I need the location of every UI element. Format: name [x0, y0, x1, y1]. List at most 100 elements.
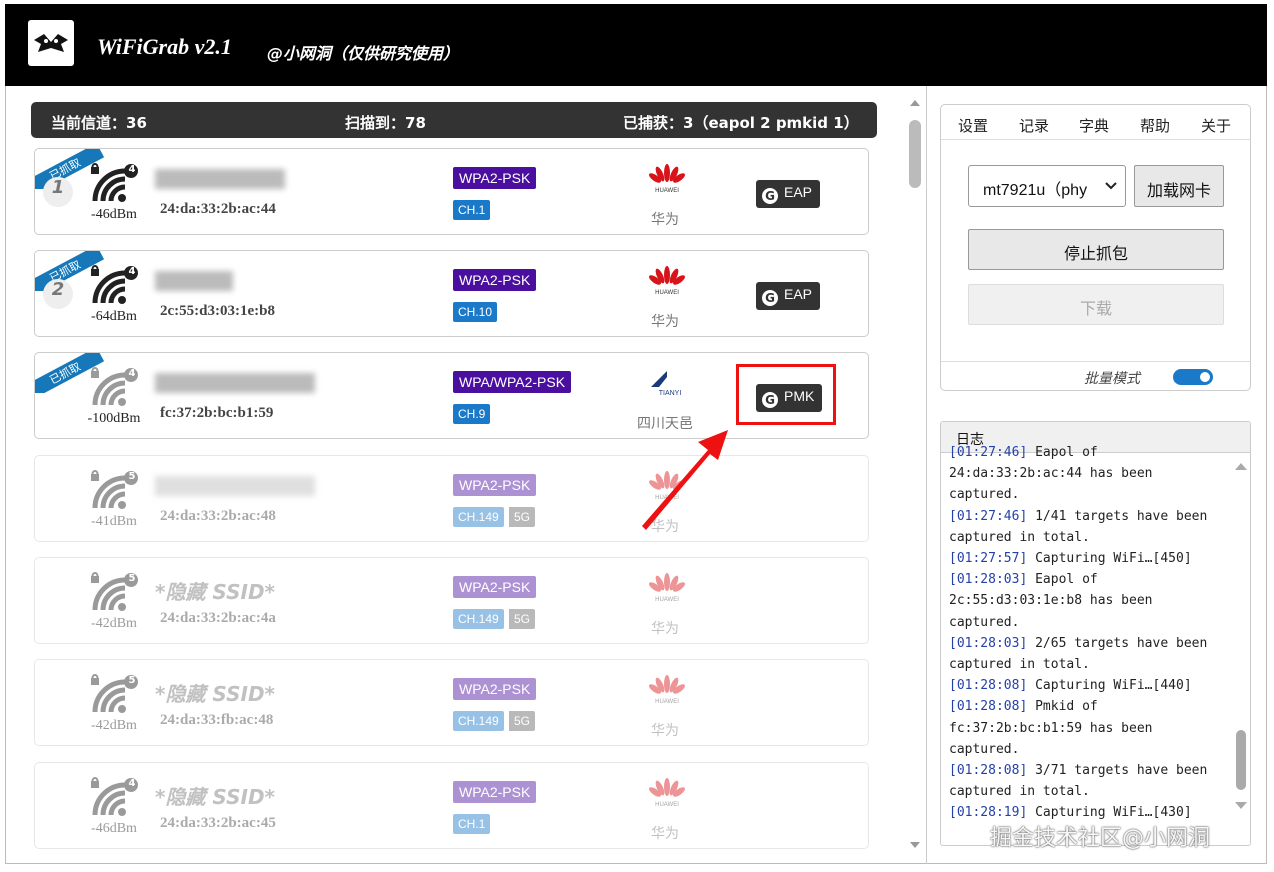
vendor-name: 华为	[651, 212, 679, 228]
ssid-redacted	[155, 169, 285, 189]
channel-badge: CH.1	[453, 814, 491, 834]
capture-type-badge[interactable]: G EAP	[756, 282, 821, 310]
annotation-arrow-icon	[642, 430, 728, 530]
log-line: captured in total.	[949, 657, 1090, 673]
encryption-badge: WPA2-PSK	[453, 167, 537, 189]
ssid-label: *隐藏 SSID*	[155, 682, 276, 706]
client-count: 4	[128, 164, 136, 175]
mac-address: 2c:55:d3:03:1e:b8	[160, 303, 275, 319]
app-title: WiFiGrab v2.1	[97, 34, 232, 59]
list-scrollbar[interactable]	[906, 92, 924, 858]
signal-strength: -46dBm	[91, 207, 137, 222]
channel-badge: CH.9	[453, 404, 491, 424]
network-card[interactable]: 已抓取 1 4 -46dBm 24:da:33:2b:ac:44 WPA2-PSK CH.1…	[34, 148, 869, 235]
signal-strength: -41dBm	[91, 514, 137, 529]
mac-address: 24:da:33:2b:ac:4a	[160, 610, 276, 626]
scanned-status: 扫描到：78	[345, 114, 426, 132]
chevron-down-icon	[1105, 182, 1117, 190]
log-body: [01:27:46] Eapol of 24:da:33:2b:ac:44 has…	[949, 442, 1233, 824]
log-line: captured.	[949, 741, 1020, 757]
log-line: [01:27:46] Eapol of	[949, 445, 1098, 460]
band-badge: 5G	[509, 711, 536, 731]
watermark: 掘金技术社区@小网洞	[990, 826, 1211, 851]
menu-dictionary[interactable]: 字典	[1079, 115, 1109, 136]
network-card[interactable]: 5 -41dBm 24:da:33:2b:ac:48 WPA2-PSK CH.149 5G…	[34, 455, 869, 542]
menu-help[interactable]: 帮助	[1140, 115, 1170, 136]
network-index: 2	[43, 279, 73, 309]
client-count: 4	[128, 778, 136, 789]
client-count: 5	[128, 675, 136, 686]
mac-address: 24:da:33:2b:ac:45	[160, 815, 276, 831]
network-card[interactable]: 4 -46dBm *隐藏 SSID* 24:da:33:2b:ac:45 WPA2-PS…	[34, 762, 869, 849]
mac-address: 24:da:33:2b:ac:44	[160, 201, 276, 217]
band-badge: 5G	[509, 609, 536, 629]
channel-badge: CH.149	[453, 711, 504, 731]
mac-address: fc:37:2b:bc:b1:59	[160, 405, 274, 421]
channel-badge: CH.10	[453, 302, 498, 322]
channel-badge: CH.149	[453, 507, 504, 527]
encryption-badge: WPA/WPA2-PSK	[453, 371, 572, 393]
captured-status: 已捕获：3（eapol 2 pmkid 1）	[623, 114, 859, 132]
menu-settings[interactable]: 设置	[958, 115, 988, 136]
network-card[interactable]: 已抓取 2 4 -64dBm 2c:55:d3:03:1e:b8 WPA2-PSK CH.1…	[34, 250, 869, 337]
encryption-badge: WPA2-PSK	[453, 474, 537, 496]
app-logo-icon	[28, 20, 74, 66]
tianyi-logo-icon: TIANYI	[645, 367, 689, 401]
download-button[interactable]: 下载	[968, 284, 1224, 325]
log-line: fc:37:2b:bc:b1:59 has been	[949, 720, 1153, 736]
ssid-label: *隐藏 SSID*	[155, 785, 276, 809]
signal-strength: -64dBm	[91, 309, 137, 324]
encryption-badge: WPA2-PSK	[453, 678, 537, 700]
channel-badge: CH.1	[453, 200, 491, 220]
vendor-name: 华为	[651, 314, 679, 330]
huawei-logo-icon: HUAWEI	[645, 163, 689, 197]
svg-text:HUAWEI: HUAWEI	[655, 802, 679, 807]
ssid-redacted	[155, 476, 315, 496]
app-subtitle: @小网洞（仅供研究使用）	[267, 44, 460, 63]
log-line: 24:da:33:2b:ac:44 has been	[949, 466, 1153, 482]
log-line: [01:28:08] Pmkid of	[949, 699, 1098, 715]
encryption-badge: WPA2-PSK	[453, 576, 537, 598]
menu-bar: 设置 记录 字典 帮助 关于	[941, 105, 1250, 140]
log-line: 2c:55:d3:03:1e:b8 has been	[949, 593, 1153, 609]
huawei-logo-icon: HUAWEI	[645, 777, 689, 811]
capture-type-badge[interactable]: G EAP	[756, 180, 821, 208]
adapter-select[interactable]: mt7921u（phy	[968, 165, 1126, 207]
client-count: 4	[128, 368, 136, 379]
log-line: [01:28:03] Eapol of	[949, 572, 1098, 588]
network-index: 1	[43, 177, 73, 207]
load-adapter-button[interactable]: 加载网卡	[1134, 165, 1224, 207]
svg-text:HUAWEI: HUAWEI	[655, 597, 679, 602]
svg-text:HUAWEI: HUAWEI	[655, 188, 679, 193]
encryption-badge: WPA2-PSK	[453, 781, 537, 803]
log-line: captured in total.	[949, 784, 1090, 800]
ssid-redacted	[155, 373, 315, 393]
client-count: 5	[128, 471, 136, 482]
title-bar: WiFiGrab v2.1 @小网洞（仅供研究使用）	[5, 4, 1267, 86]
client-count: 4	[128, 266, 136, 277]
menu-about[interactable]: 关于	[1201, 115, 1231, 136]
signal-strength: -42dBm	[91, 718, 137, 733]
log-line: [01:28:08] Capturing WiFi…[440]	[949, 678, 1192, 694]
menu-records[interactable]: 记录	[1019, 115, 1049, 136]
log-panel: 日志 [01:27:46] Eapol of 24:da:33:2b:ac:44 …	[940, 421, 1251, 846]
batch-mode-toggle[interactable]	[1173, 369, 1213, 385]
huawei-logo-icon: HUAWEI	[645, 572, 689, 606]
stop-capture-button[interactable]: 停止抓包	[968, 229, 1224, 270]
log-line: captured in total.	[949, 529, 1090, 545]
svg-text:HUAWEI: HUAWEI	[655, 290, 679, 295]
vendor-name: 华为	[651, 723, 679, 739]
ssid-label: *隐藏 SSID*	[155, 580, 276, 604]
channel-status: 当前信道：36	[51, 114, 147, 132]
band-badge: 5G	[509, 507, 536, 527]
vendor-name: 华为	[651, 621, 679, 637]
log-line: captured.	[949, 614, 1020, 630]
batch-mode-row: 批量模式	[941, 361, 1250, 392]
pmk-highlight-box	[736, 364, 836, 425]
log-scrollbar[interactable]	[1234, 458, 1248, 818]
network-card[interactable]: 5 -42dBm *隐藏 SSID* 24:da:33:2b:ac:4a WPA2-PS…	[34, 557, 869, 644]
network-card[interactable]: 5 -42dBm *隐藏 SSID* 24:da:33:fb:ac:48 WPA2-PS…	[34, 659, 869, 746]
control-panel: 设置 记录 字典 帮助 关于 mt7921u（phy 加载网卡 停止抓包 下载 …	[940, 104, 1251, 391]
huawei-logo-icon: HUAWEI	[645, 265, 689, 299]
huawei-logo-icon: HUAWEI	[645, 674, 689, 708]
